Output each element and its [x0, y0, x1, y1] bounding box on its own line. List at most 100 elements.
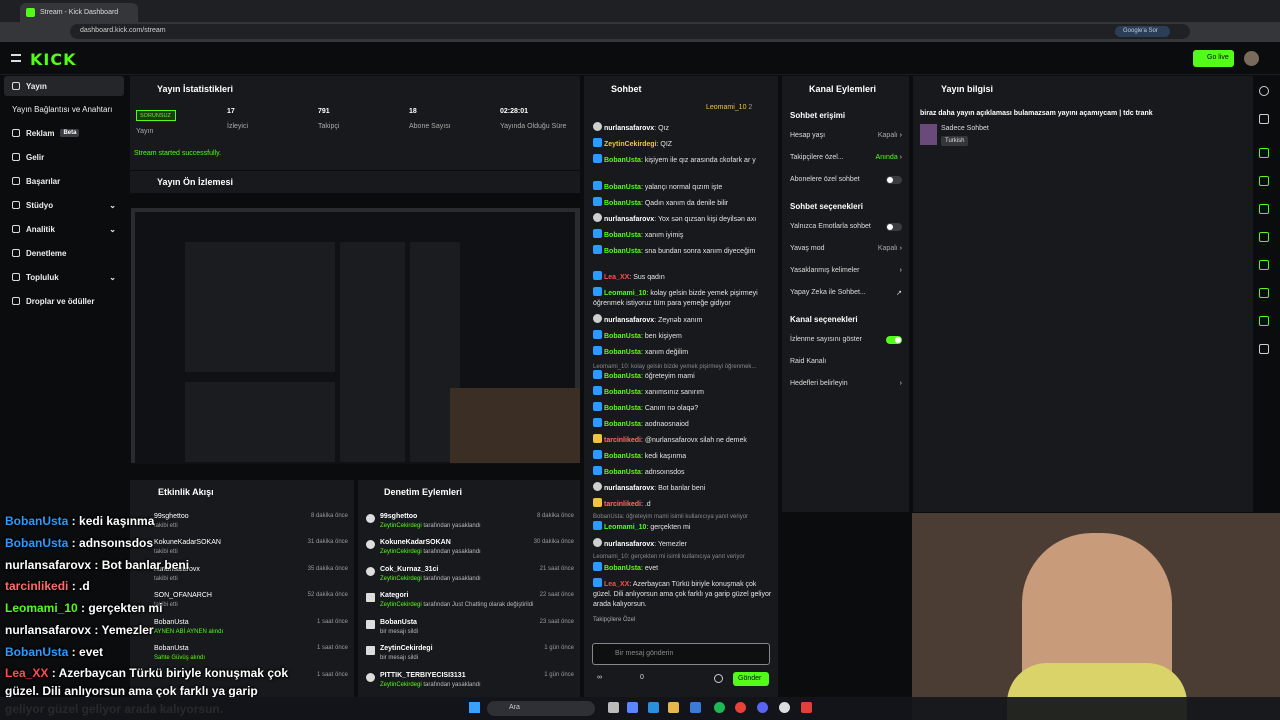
send-button[interactable]: Gönder	[733, 672, 769, 686]
chat-message[interactable]: BobanUsta: adnsoınsdos	[593, 466, 773, 478]
chat-username[interactable]: nurlansafarovx	[604, 541, 654, 548]
sidebar-item-analitik[interactable]: Analitik ⌄	[4, 219, 124, 239]
setting-row[interactable]: Takipçilere özel... Anında ›	[790, 154, 902, 161]
avatar[interactable]	[1244, 51, 1259, 66]
chat-message[interactable]: Lea_XX: Azerbaycan Türkü biriyle konuşma…	[593, 578, 773, 610]
wrench-icon[interactable]	[1259, 316, 1269, 326]
chrome-icon[interactable]	[735, 702, 746, 713]
chat-message[interactable]: BobanUsta: ben kişiyem	[593, 330, 773, 342]
taskbar-search[interactable]: Ara	[487, 701, 595, 716]
chat-username[interactable]: BobanUsta	[604, 333, 641, 340]
copilot-icon[interactable]	[627, 702, 638, 713]
toggle-switch[interactable]	[886, 223, 902, 231]
chat-username[interactable]: BobanUsta	[604, 200, 641, 207]
chat-message[interactable]: BobanUsta: sna bundan sonra xanım diyece…	[593, 245, 773, 257]
info-icon[interactable]	[1259, 86, 1269, 96]
toggle-switch[interactable]	[886, 336, 902, 344]
chat-username[interactable]: nurlansafarovx	[604, 485, 654, 492]
setting-row[interactable]: Yavaş mod Kapalı ›	[790, 245, 902, 252]
chat-message[interactable]: Leomami_10: gerçekten mi	[593, 521, 773, 533]
chat-message[interactable]: tarcinlikedi: .d	[593, 498, 773, 510]
chat-username[interactable]: nurlansafarovx	[604, 317, 654, 324]
chat-username[interactable]: ZeytinCekirdegi	[604, 141, 657, 148]
chat-username[interactable]: BobanUsta	[604, 373, 641, 380]
task-view-icon[interactable]	[608, 702, 619, 713]
sidebar-item-reklam[interactable]: Reklam Beta	[4, 123, 124, 143]
folder-icon[interactable]	[668, 702, 679, 713]
chat-username[interactable]: Lea_XX	[604, 581, 629, 588]
chat-message[interactable]: BobanUsta: aodnaosnaiod	[593, 418, 773, 430]
chat-username[interactable]: BobanUsta	[604, 405, 641, 412]
chat-username[interactable]: BobanUsta	[604, 469, 641, 476]
chat-message[interactable]: BobanUsta: xanımsınız sanırım	[593, 386, 773, 398]
chat-message[interactable]: nurlansafarovx: Zeynəb xanım	[593, 314, 773, 326]
chat-message[interactable]: nurlansafarovx: Yemezler	[593, 538, 773, 550]
chat-username[interactable]: Leomami_10	[604, 524, 646, 531]
setting-row[interactable]: Abonelere özel sohbet	[790, 176, 902, 186]
chat-message[interactable]: tarcinlikedi: @nurlansafarovx silah ne d…	[593, 434, 773, 446]
sidebar-item-basarilar[interactable]: Başarılar	[4, 171, 124, 191]
chat-bubble-icon[interactable]	[1259, 232, 1269, 242]
document-icon[interactable]	[1259, 204, 1269, 214]
sidebar-item-droplar[interactable]: Droplar ve ödüller	[4, 291, 124, 311]
chat-message[interactable]: ZeytinCekirdegi: QIZ	[593, 138, 773, 150]
chat-username[interactable]: Leomami_10	[604, 290, 646, 297]
chat-username[interactable]: nurlansafarovx	[604, 216, 654, 223]
browser-tab[interactable]: Stream - Kick Dashboard	[20, 3, 138, 22]
extensions-icon[interactable]	[1259, 344, 1269, 354]
menu-icon[interactable]	[11, 54, 21, 62]
setting-row[interactable]: Yapay Zeka ile Sohbet... ↗	[790, 289, 902, 297]
sidebar-item-yayin[interactable]: Yayın	[4, 76, 124, 96]
kick-logo[interactable]: KICK	[30, 50, 77, 69]
setting-row[interactable]: Hedefleri belirleyin ›	[790, 380, 902, 387]
scan-icon[interactable]	[1259, 148, 1269, 158]
chat-input[interactable]: Bir mesaj gönderin	[592, 643, 770, 665]
sidebar-item-denetleme[interactable]: Denetleme	[4, 243, 124, 263]
sidebar-item-gelir[interactable]: Gelir	[4, 147, 124, 167]
broadcast-icon[interactable]	[1259, 260, 1269, 270]
chat-message[interactable]: Leomami_10: kolay gelsin bizde yemek piş…	[593, 287, 773, 309]
sidebar-item-stream-key[interactable]: Yayın Bağlantısı ve Anahtarı	[4, 99, 124, 119]
setting-row[interactable]: Raid Kanalı	[790, 358, 902, 365]
google-ask-button[interactable]: Google'a Sor	[1115, 26, 1170, 37]
chat-username[interactable]: BobanUsta	[604, 248, 641, 255]
sidebar-item-studyo[interactable]: Stüdyo ⌄	[4, 195, 124, 215]
layout-icon[interactable]	[1259, 288, 1269, 298]
chat-message[interactable]: BobanUsta: öğreteyim mami	[593, 370, 773, 382]
setting-row[interactable]: İzlenme sayısını göster	[790, 336, 902, 346]
obs-icon[interactable]	[779, 702, 790, 713]
pinned-user[interactable]: Leomami_10 2	[706, 104, 752, 111]
chat-message[interactable]: nurlansafarovx: Yox sən qızsan kişi deyi…	[593, 213, 773, 225]
chat-username[interactable]: nurlansafarovx	[604, 125, 654, 132]
chat-message[interactable]: BobanUsta: yalançı normal qızım işte	[593, 181, 773, 193]
url-field[interactable]: dashboard.kick.com/stream	[70, 24, 1190, 39]
chat-message[interactable]: BobanUsta: xanım değilim	[593, 346, 773, 358]
chat-message[interactable]: BobanUsta: xanım iyimiş	[593, 229, 773, 241]
chat-message[interactable]: nurlansafarovx: Bot banlar beni	[593, 482, 773, 494]
spotify-icon[interactable]	[714, 702, 725, 713]
chat-username[interactable]: BobanUsta	[604, 349, 641, 356]
edit-icon[interactable]	[1259, 114, 1269, 124]
chat-username[interactable]: Lea_XX	[604, 274, 629, 281]
chat-message[interactable]: BobanUsta: evet	[593, 562, 773, 574]
chat-username[interactable]: BobanUsta	[604, 565, 641, 572]
chat-message[interactable]: Lea_XX: Sus qadın	[593, 271, 773, 283]
setting-row[interactable]: Yalnızca Emotlarla sohbet	[790, 223, 902, 233]
setting-row[interactable]: Yasaklanmış kelimeler ›	[790, 267, 902, 274]
chat-username[interactable]: BobanUsta	[604, 453, 641, 460]
sidebar-item-topluluk[interactable]: Topluluk ⌄	[4, 267, 124, 287]
go-live-button[interactable]: Go live	[1193, 50, 1234, 67]
chat-username[interactable]: tarcinlikedi	[604, 437, 641, 444]
chat-username[interactable]: BobanUsta	[604, 389, 641, 396]
gear-icon[interactable]	[714, 674, 723, 683]
chat-username[interactable]: BobanUsta	[604, 157, 641, 164]
chat-message[interactable]: nurlansafarovx: Qız	[593, 122, 773, 134]
chat-username[interactable]: tarcinlikedi	[604, 501, 641, 508]
chat-username[interactable]: BobanUsta	[604, 184, 641, 191]
lightning-icon[interactable]	[1259, 176, 1269, 186]
chat-username[interactable]: BobanUsta	[604, 232, 641, 239]
setting-row[interactable]: Hesap yaşı Kapalı ›	[790, 132, 902, 139]
store-icon[interactable]	[690, 702, 701, 713]
windows-start-icon[interactable]	[469, 702, 480, 713]
chat-message[interactable]: BobanUsta: Canım nə olaqə?	[593, 402, 773, 414]
